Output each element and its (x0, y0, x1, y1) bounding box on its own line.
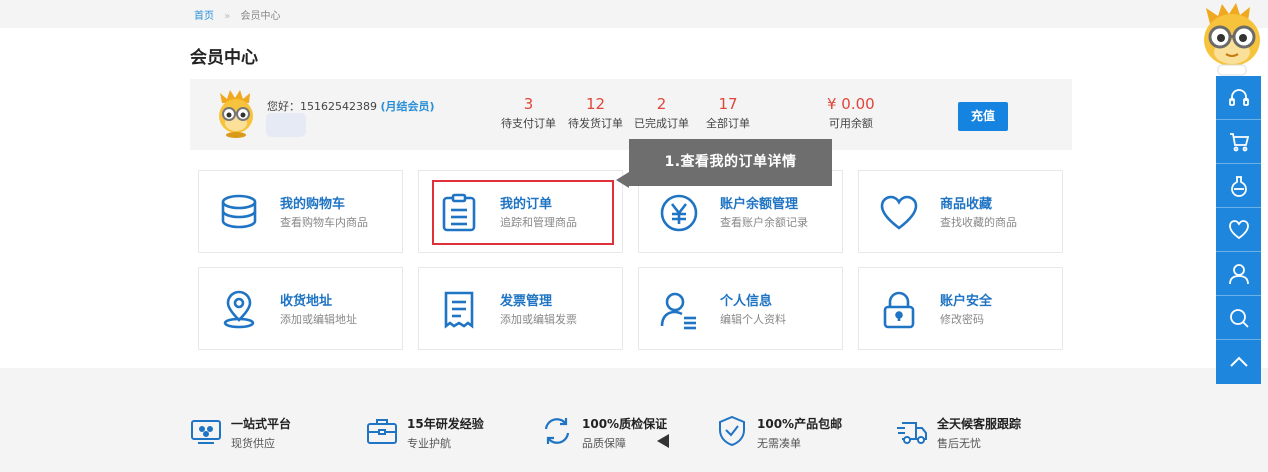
breadcrumb-home-link[interactable]: 首页 (194, 11, 214, 22)
card-favorites[interactable]: 商品收藏 查找收藏的商品 (858, 170, 1063, 253)
card-shopping-cart[interactable]: 我的购物车 查看购物车内商品 (198, 170, 403, 253)
sidebar-cart[interactable] (1216, 120, 1261, 164)
stat-pending-payment[interactable]: 3 待支付订单 (501, 95, 556, 131)
floating-sidebar (1216, 76, 1261, 384)
greeting-text: 您好：15162542389 (月结会员) (267, 100, 435, 113)
pointer-arrow (657, 434, 669, 448)
card-shipping-address[interactable]: 收货地址 添加或编辑地址 (198, 267, 403, 350)
member-tag: (月结会员) (380, 100, 435, 113)
tooltip-arrow (616, 172, 629, 188)
cart-icon (1229, 132, 1249, 151)
user-icon (1228, 263, 1249, 284)
flask-icon (1230, 175, 1247, 197)
search-icon (1229, 308, 1249, 328)
stat-completed-orders[interactable]: 2 已完成订单 (634, 95, 689, 131)
account-phone: 15162542389 (300, 100, 377, 113)
sidebar-favorites[interactable] (1216, 208, 1261, 252)
highlight-box (432, 180, 614, 245)
sidebar-search[interactable] (1216, 296, 1261, 340)
sidebar-back-to-top[interactable] (1216, 340, 1261, 384)
card-personal-info[interactable]: 个人信息 编辑个人资料 (638, 267, 843, 350)
refresh-icon (544, 418, 570, 444)
avatar (219, 90, 253, 138)
stat-all-orders[interactable]: 17 全部订单 (706, 95, 750, 131)
shield-check-icon (719, 415, 745, 447)
location-pin-icon (223, 290, 255, 329)
yen-icon (660, 194, 698, 232)
sidebar-samples[interactable] (1216, 164, 1261, 208)
chevron-up-icon (1229, 356, 1248, 367)
breadcrumb: 首页 » 会员中心 (0, 0, 1268, 28)
heart-icon (1228, 219, 1249, 239)
card-account-security[interactable]: 账户安全 修改密码 (858, 267, 1063, 350)
card-invoice-management[interactable]: 发票管理 添加或编辑发票 (418, 267, 623, 350)
stat-pending-shipment[interactable]: 12 待发货订单 (568, 95, 623, 131)
breadcrumb-current: 会员中心 (240, 11, 281, 22)
platform-icon (191, 420, 221, 444)
delivery-truck-icon (897, 422, 927, 444)
guide-tooltip: 1.查看我的订单详情 (629, 139, 832, 186)
page-title: 会员中心 (190, 48, 258, 68)
heart-icon (880, 195, 918, 230)
breadcrumb-separator: » (224, 11, 231, 22)
mascot-icon[interactable] (1196, 2, 1268, 78)
user-profile-icon (660, 292, 696, 330)
database-cart-icon (221, 194, 257, 229)
sidebar-account[interactable] (1216, 252, 1261, 296)
sidebar-customer-service[interactable] (1216, 76, 1261, 120)
recharge-button[interactable]: 充值 (958, 102, 1008, 131)
username-blurred (266, 113, 306, 137)
briefcase-icon (367, 419, 397, 444)
invoice-icon (444, 291, 474, 329)
member-center-panel: 会员中心 您好：15162542389 (月结会员) 3 待支付订单 12 待发货订… (0, 28, 1268, 368)
headset-icon (1228, 88, 1249, 106)
stat-available-balance: ¥ 0.00 可用余额 (827, 95, 875, 130)
lock-icon (883, 291, 915, 329)
